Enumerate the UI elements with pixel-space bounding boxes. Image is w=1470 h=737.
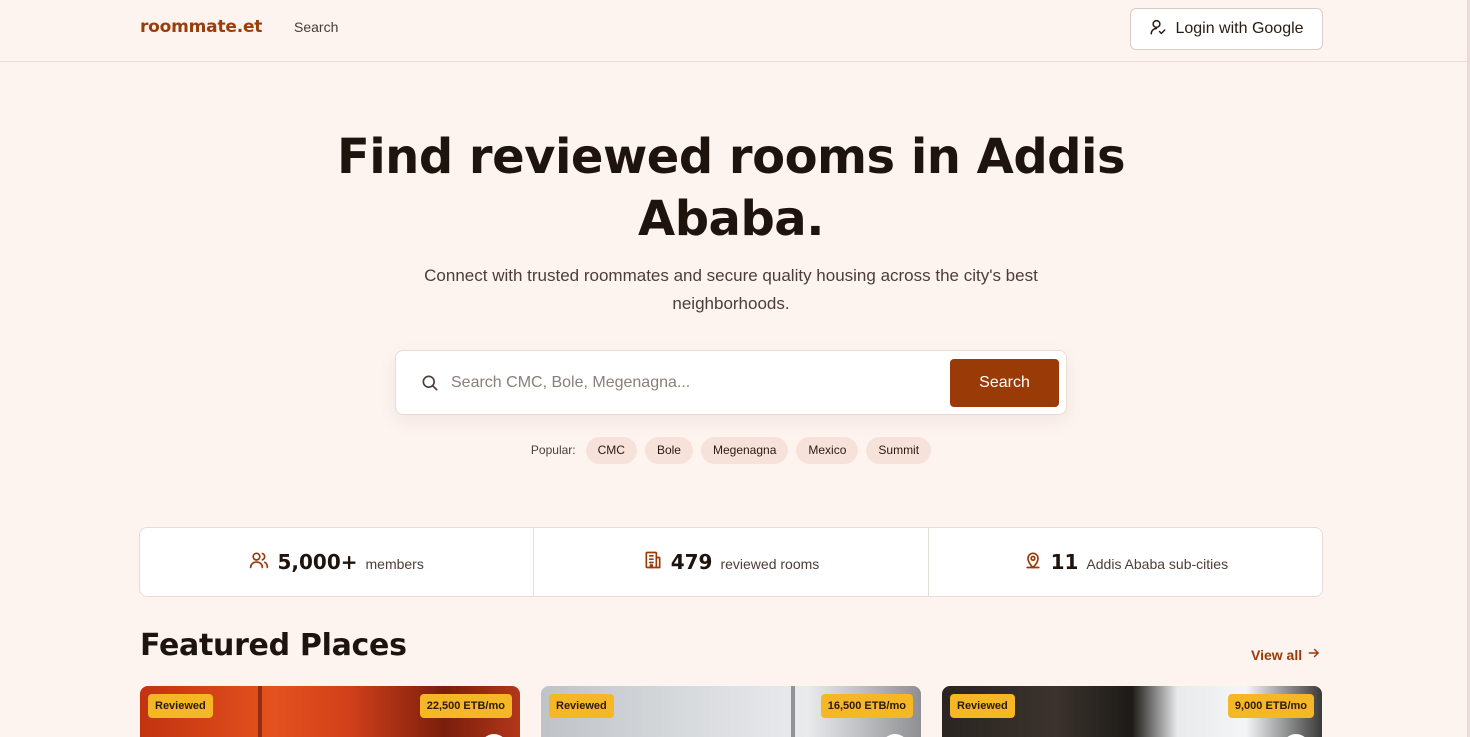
tag-megenagna[interactable]: Megenagna	[700, 436, 789, 464]
stat-rooms-label: reviewed rooms	[720, 555, 820, 572]
user-icon	[1149, 18, 1167, 41]
stat-members: 5,000+ members	[140, 528, 535, 596]
stat-subcities: 11 Addis Ababa sub-cities	[929, 528, 1322, 596]
users-icon	[249, 550, 269, 575]
reviewed-badge: Reviewed	[148, 694, 213, 718]
search-input[interactable]	[451, 367, 931, 399]
view-all-label: View all	[1251, 646, 1303, 663]
stat-members-label: members	[365, 555, 424, 572]
price-badge: 16,500 ETB/mo	[820, 694, 913, 718]
brand-logo[interactable]: roommate.et	[140, 17, 262, 37]
building-icon	[643, 550, 663, 575]
stat-subcities-label: Addis Ababa sub-cities	[1086, 555, 1229, 572]
popular-tags: Popular: CMC Bole Megenagna Mexico Summi…	[500, 436, 962, 464]
search-icon	[420, 373, 440, 393]
stat-rooms-value: 479	[670, 550, 713, 574]
login-label: Login with Google	[1175, 20, 1304, 37]
stat-members-value: 5,000+	[277, 550, 358, 574]
tag-mexico[interactable]: Mexico	[796, 436, 859, 464]
hero-title: Find reviewed rooms in Addis Ababa.	[336, 129, 1126, 247]
top-nav: roommate.et Search Login with Google	[0, 0, 1467, 62]
price-badge: 22,500 ETB/mo	[419, 694, 512, 718]
featured-card[interactable]: Reviewed 9,000 ETB/mo	[942, 686, 1322, 737]
stat-rooms: 479 reviewed rooms	[534, 528, 929, 596]
stat-subcities-value: 11	[1050, 550, 1079, 574]
featured-card[interactable]: Reviewed 22,500 ETB/mo	[140, 686, 520, 737]
search-bar: Search	[395, 350, 1067, 415]
featured-title: Featured Places	[140, 628, 407, 663]
card-image-detail	[258, 686, 262, 737]
reviewed-badge: Reviewed	[950, 694, 1015, 718]
tag-bole[interactable]: Bole	[644, 436, 693, 464]
nav-search-link[interactable]: Search	[294, 19, 338, 35]
view-all-link[interactable]: View all	[1251, 646, 1321, 663]
page: roommate.et Search Login with Google Fin…	[0, 0, 1470, 737]
stats-bar: 5,000+ members 479 reviewed rooms 11 Add…	[139, 527, 1323, 597]
card-image-detail	[791, 686, 795, 737]
price-badge: 9,000 ETB/mo	[1227, 694, 1314, 718]
featured-card[interactable]: Reviewed 16,500 ETB/mo	[541, 686, 921, 737]
reviewed-badge: Reviewed	[549, 694, 614, 718]
map-pin-icon	[1023, 550, 1043, 575]
tag-cmc[interactable]: CMC	[585, 436, 637, 464]
popular-label: Popular:	[530, 443, 576, 457]
arrow-right-icon	[1307, 646, 1321, 663]
search-button[interactable]: Search	[950, 359, 1059, 407]
tag-summit[interactable]: Summit	[866, 436, 932, 464]
hero-subtitle: Connect with trusted roommates and secur…	[424, 266, 1038, 313]
login-with-google-button[interactable]: Login with Google	[1130, 8, 1323, 50]
